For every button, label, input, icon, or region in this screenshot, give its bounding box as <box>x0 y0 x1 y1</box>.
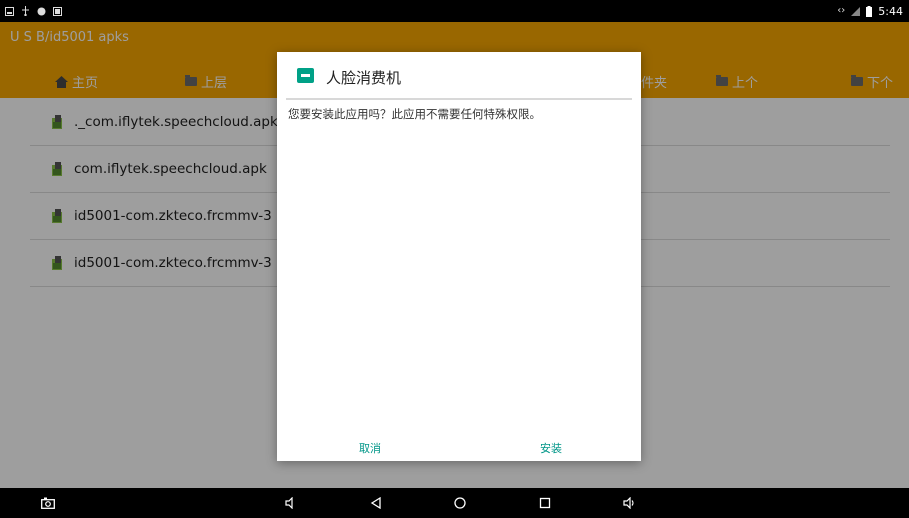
usb-icon <box>22 6 29 16</box>
screenshot-button[interactable] <box>40 488 56 518</box>
app-icon <box>297 68 314 83</box>
data-sync-icon: ‹› <box>837 5 846 16</box>
battery-icon <box>866 5 873 17</box>
cancel-button[interactable]: 取消 <box>359 440 381 456</box>
volume-up-icon <box>623 497 634 509</box>
home-circle-icon <box>454 497 466 509</box>
screenshot-icon <box>5 6 14 16</box>
android-icon <box>37 7 46 15</box>
image-icon <box>53 6 62 16</box>
camera-icon <box>41 497 55 509</box>
status-bar: ‹› 5:44 <box>0 0 909 22</box>
volume-up-button[interactable] <box>622 488 638 518</box>
recents-button[interactable] <box>538 488 552 518</box>
back-icon <box>370 497 381 509</box>
recents-icon <box>539 497 551 509</box>
install-dialog: 人脸消费机 您要安装此应用吗？此应用不需要任何特殊权限。 取消 安装 <box>277 52 641 461</box>
volume-down-button[interactable] <box>284 488 298 518</box>
wifi-icon <box>851 6 861 16</box>
home-nav-button[interactable] <box>453 488 467 518</box>
dialog-title: 人脸消费机 <box>326 69 402 87</box>
volume-down-icon <box>285 497 293 509</box>
dialog-message: 您要安装此应用吗？此应用不需要任何特殊权限。 <box>288 107 541 121</box>
status-time: 5:44 <box>878 4 903 18</box>
back-button[interactable] <box>369 488 383 518</box>
dialog-divider <box>286 98 632 100</box>
navigation-bar <box>0 488 909 518</box>
install-button[interactable]: 安装 <box>540 440 562 456</box>
